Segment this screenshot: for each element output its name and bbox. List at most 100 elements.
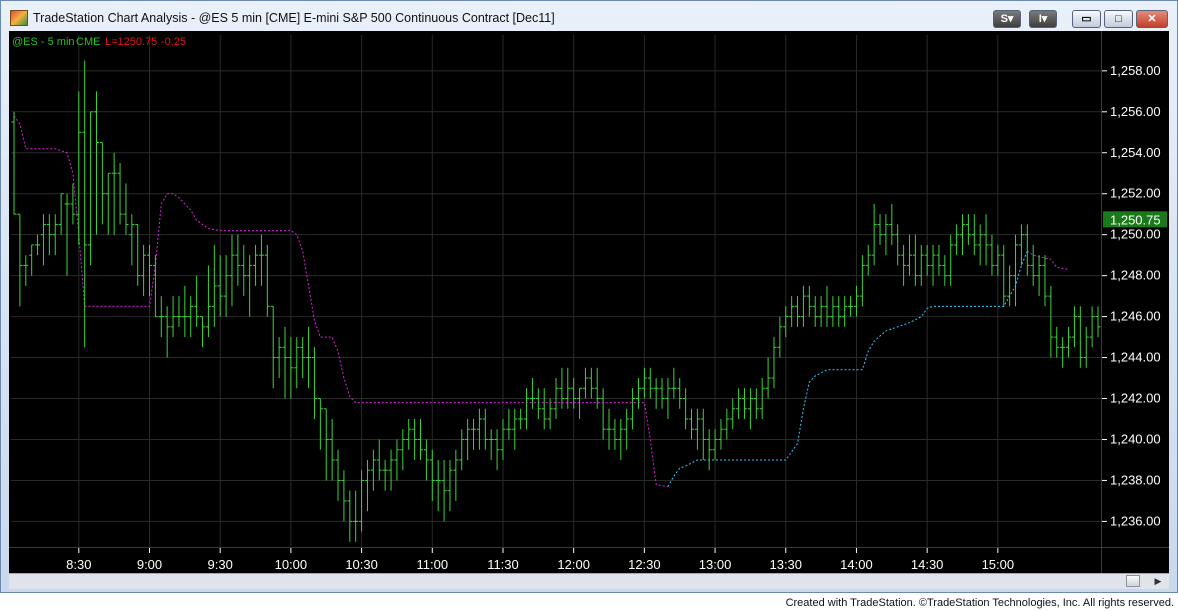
ohlc-bar (918, 244, 924, 286)
ohlc-bar (311, 347, 317, 419)
x-tick-label: 15:00 (982, 557, 1015, 572)
ohlc-bar (441, 459, 447, 522)
minimize-icon: ▭ (1081, 13, 1092, 25)
y-tick-label: 1,238.00 (1110, 472, 1161, 487)
ohlc-bar (630, 388, 636, 430)
x-tick-label: 14:30 (911, 557, 944, 572)
x-tick-label: 11:00 (416, 557, 448, 572)
ohlc-bar (1066, 326, 1072, 358)
ohlc-bar (830, 296, 836, 327)
horizontal-scrollbar[interactable]: ▶ (9, 573, 1169, 589)
ohlc-bar (217, 255, 223, 317)
y-tick-label: 1,252.00 (1110, 186, 1161, 201)
ohlc-bar (689, 408, 694, 440)
y-tick-label: 1,242.00 (1110, 391, 1161, 406)
ohlc-bar (736, 388, 742, 419)
ohlc-bar (429, 449, 435, 501)
ohlc-bar (765, 357, 771, 399)
x-tick-label: 10:30 (345, 557, 378, 572)
ohlc-bar (341, 470, 347, 522)
ohlc-bar (447, 459, 453, 512)
ohlc-bar (653, 378, 659, 409)
minimize-button[interactable]: ▭ (1072, 10, 1101, 28)
ohlc-bar (23, 255, 29, 286)
maximize-button[interactable]: □ (1104, 10, 1133, 28)
short-stop-line (13, 115, 668, 488)
ohlc-bar (423, 439, 429, 481)
legend-exchange: CME (76, 36, 100, 48)
x-tick-label: 10:00 (275, 557, 308, 572)
ohlc-bar (906, 234, 912, 276)
ohlc-bar (123, 183, 129, 235)
close-icon: ✕ (1147, 13, 1157, 25)
ohlc-bar (1013, 234, 1019, 307)
ohlc-bar (176, 296, 182, 327)
ohlc-bar (253, 244, 259, 286)
price-chart[interactable]: 1,236.00 1,238.00 1,240.00 1,242.00 1,244.00… (9, 31, 1169, 574)
scroll-right-arrow-icon[interactable]: ▶ (1150, 574, 1166, 589)
ohlc-bar (747, 388, 753, 430)
s-dropdown-arrow-icon: ▾ (1007, 13, 1014, 25)
ohlc-bar (588, 367, 594, 399)
ohlc-bar (223, 255, 229, 317)
ohlc-bar (11, 111, 17, 215)
ohlc-bar (1077, 306, 1083, 368)
ohlc-bar (771, 337, 777, 389)
ohlc-bar (606, 408, 612, 450)
s-label: S (1000, 13, 1008, 25)
ohlc-bar (323, 408, 329, 481)
ohlc-bar (989, 234, 995, 276)
y-tick-label: 1,246.00 (1110, 309, 1161, 324)
x-tick-label: 13:30 (769, 557, 802, 572)
ohlc-bar (582, 367, 588, 399)
y-tick-label: 1,240.00 (1110, 431, 1161, 446)
ohlc-bar (1030, 244, 1036, 286)
ohlc-bar (983, 214, 989, 266)
ohlc-bar (600, 388, 606, 440)
s-menu-button[interactable]: S▾ (993, 10, 1021, 28)
ohlc-bar (70, 183, 76, 225)
ohlc-bar (612, 419, 618, 450)
ohlc-bar (294, 337, 300, 389)
ohlc-bar (205, 265, 211, 338)
ohlc-bar (494, 429, 500, 471)
scrollbar-thumb[interactable] (1126, 575, 1140, 587)
ohlc-bar (930, 244, 936, 286)
ohlc-bar (40, 214, 46, 266)
ohlc-bar (141, 244, 147, 297)
x-tick-label: 9:30 (208, 557, 233, 572)
ohlc-bar (529, 378, 535, 409)
ohlc-bar (1007, 265, 1013, 307)
ohlc-bar (488, 429, 494, 460)
chart-canvas[interactable]: 1,236.00 1,238.00 1,240.00 1,242.00 1,244.00… (9, 31, 1169, 574)
ohlc-bar (306, 326, 312, 389)
ohlc-bar (571, 378, 577, 409)
ohlc-bar (388, 449, 394, 491)
ohlc-bar (1060, 337, 1066, 368)
close-button[interactable]: ✕ (1136, 10, 1168, 28)
ohlc-bar (270, 305, 276, 389)
y-tick-label: 1,244.00 (1110, 350, 1161, 365)
ohlc-bar (800, 285, 806, 327)
ohlc-bar (317, 398, 323, 450)
ohlc-bar (264, 244, 270, 317)
ohlc-bar (29, 244, 35, 276)
ohlc-bar (977, 224, 983, 266)
ohlc-bar (17, 213, 23, 307)
ohlc-bar (901, 244, 907, 286)
ohlc-bar (635, 378, 641, 409)
ohlc-bar (400, 429, 406, 471)
ohlc-bar (235, 234, 241, 286)
ohlc-bar (476, 408, 482, 450)
i-menu-button[interactable]: I▾ (1029, 10, 1057, 28)
ohlc-bar (924, 244, 930, 276)
last-price-label: 1,250.75 (1110, 212, 1161, 227)
title-bar[interactable]: TradeStation Chart Analysis - @ES 5 min … (1, 1, 1177, 31)
ohlc-bar (659, 378, 665, 409)
y-tick-label: 1,248.00 (1110, 268, 1161, 283)
ohlc-bar (229, 234, 235, 307)
ohlc-bar (288, 337, 294, 399)
x-tick-label: 14:00 (840, 557, 873, 572)
ohlc-bar (1048, 285, 1054, 358)
ohlc-bar (1042, 255, 1048, 307)
